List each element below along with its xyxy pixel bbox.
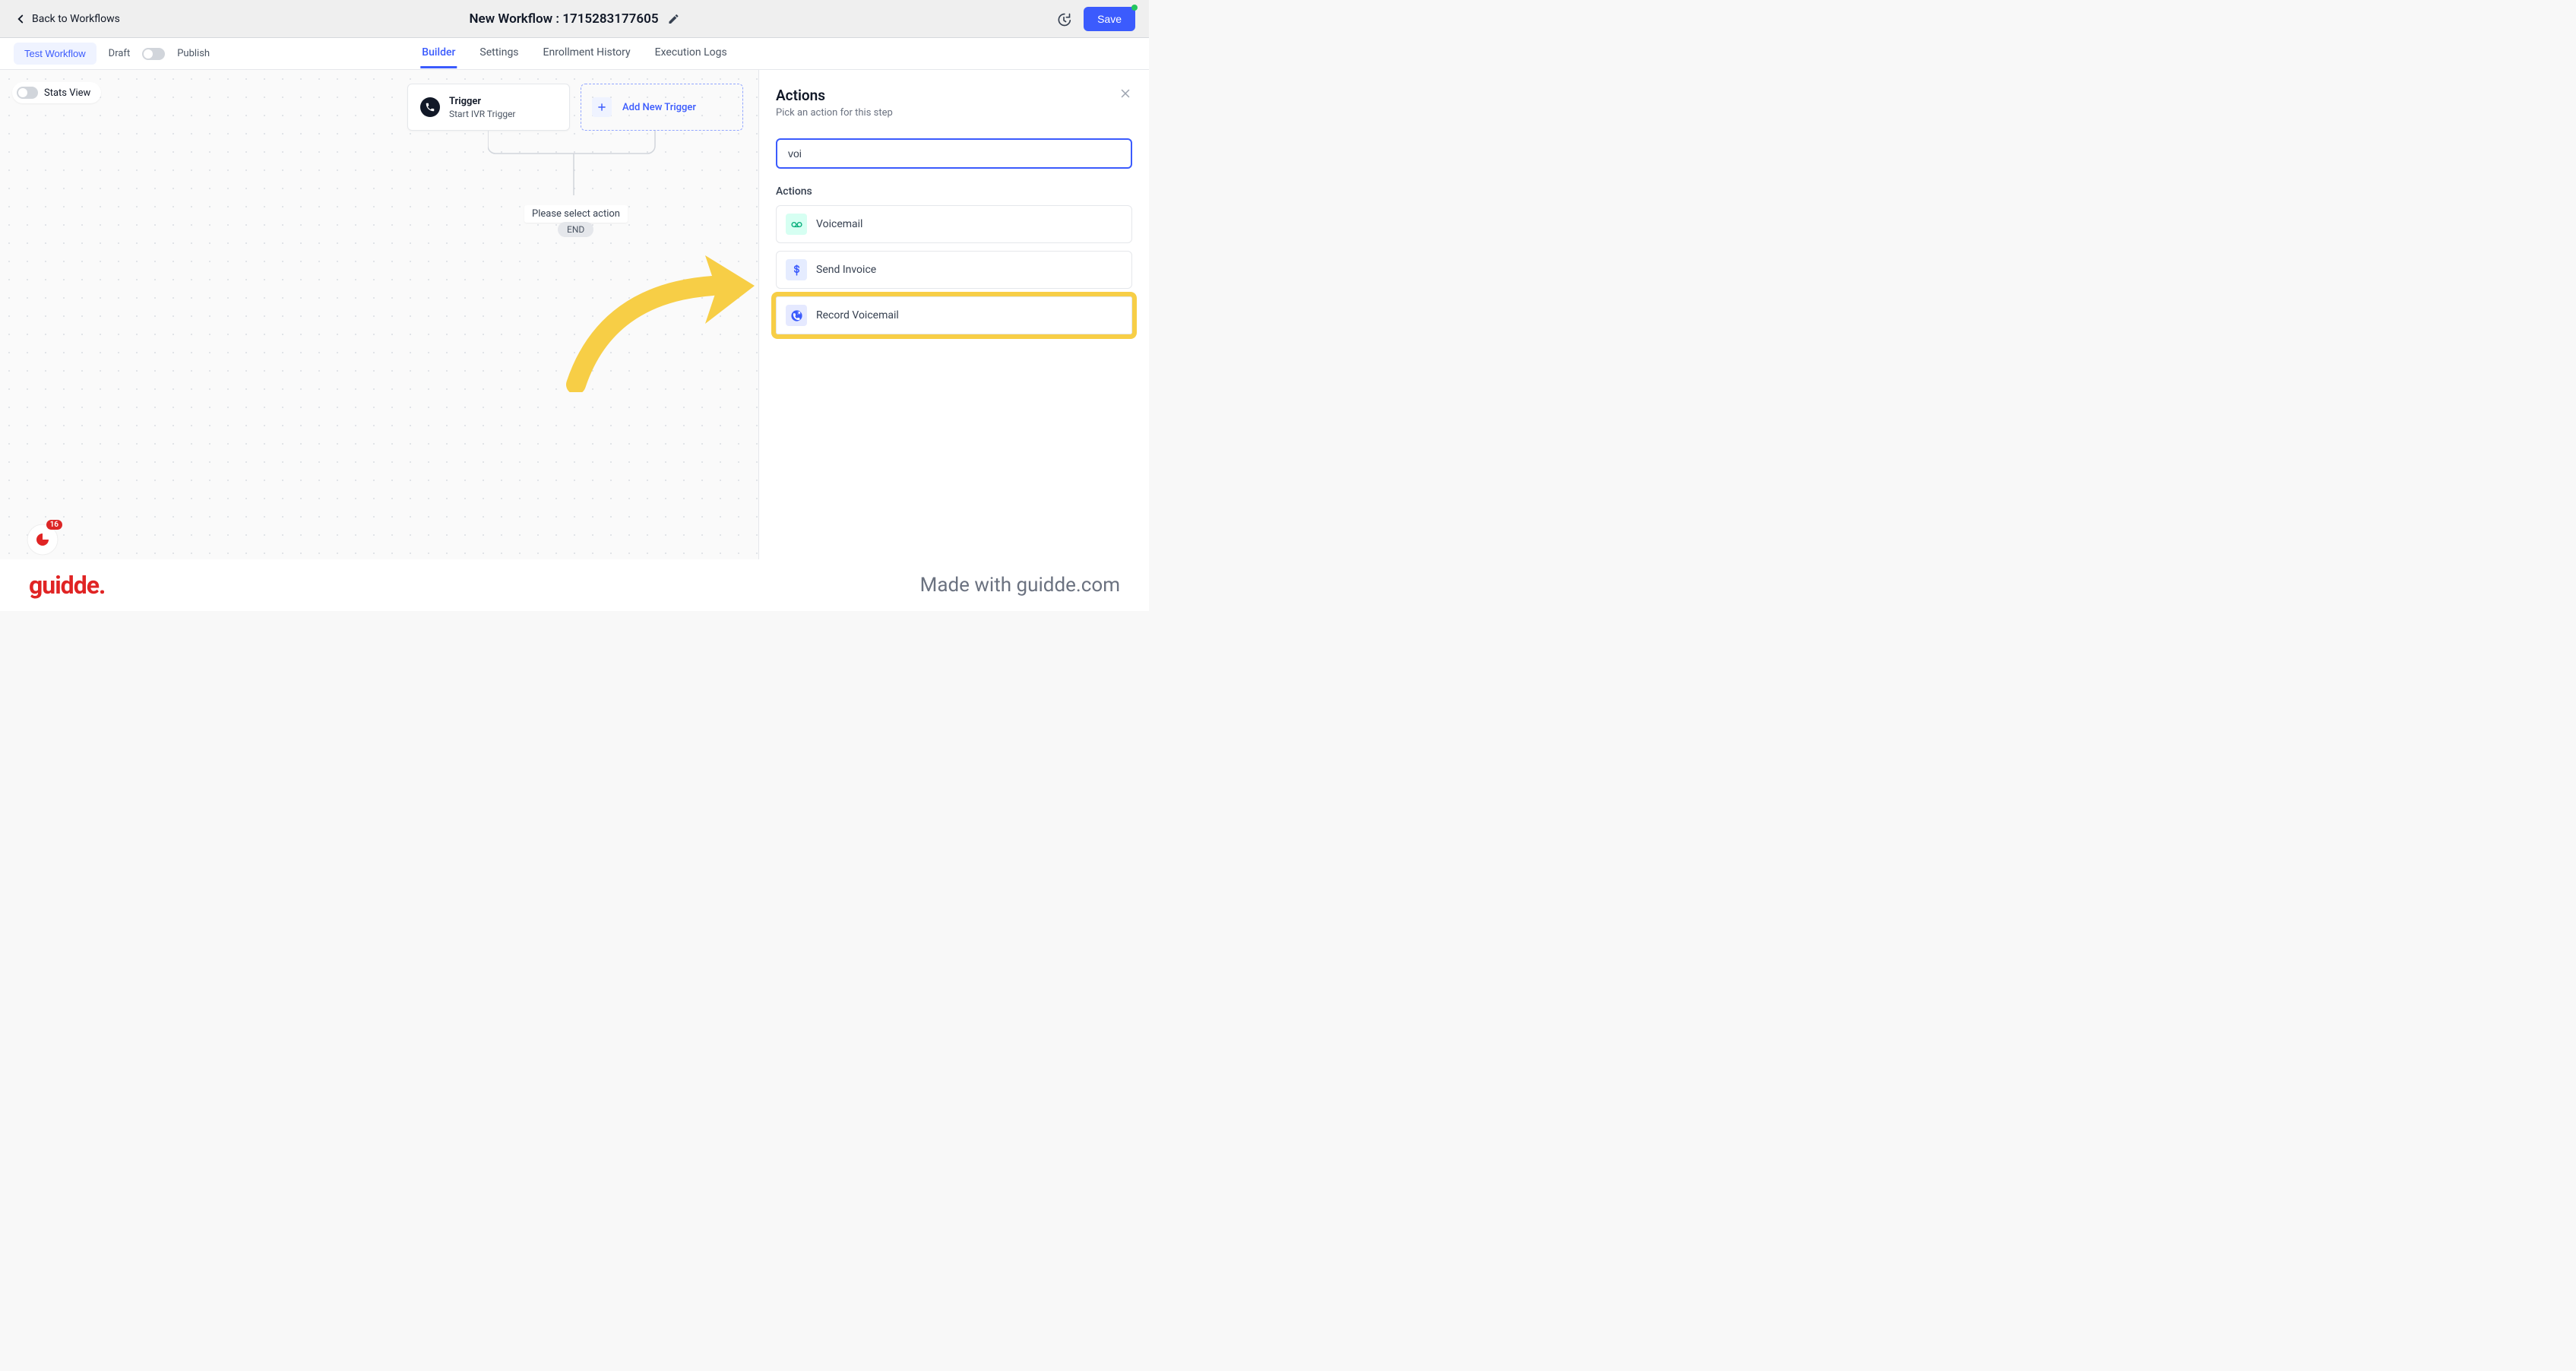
- action-record-voicemail[interactable]: Record Voicemail: [776, 296, 1132, 334]
- save-button[interactable]: Save: [1084, 7, 1135, 31]
- panel-subtitle: Pick an action for this step: [776, 107, 893, 119]
- guidde-logo: guidde.: [29, 571, 105, 600]
- stats-view-toggle[interactable]: [17, 87, 38, 99]
- end-node: END: [558, 222, 593, 237]
- draft-label: Draft: [109, 48, 131, 59]
- actions-panel: Actions Pick an action for this step Act…: [758, 70, 1149, 611]
- action-voicemail[interactable]: Voicemail: [776, 205, 1132, 243]
- stats-view-pill[interactable]: Stats View: [12, 82, 101, 103]
- footer: guidde. Made with guidde.com: [0, 559, 1149, 611]
- topbar: Back to Workflows New Workflow : 1715283…: [0, 0, 1149, 38]
- back-label: Back to Workflows: [32, 13, 120, 25]
- voicemail-icon: [786, 214, 807, 235]
- select-action-placeholder[interactable]: Please select action: [524, 205, 628, 223]
- tab-enrollment-history[interactable]: Enrollment History: [542, 39, 632, 68]
- trigger-title: Trigger: [449, 96, 516, 107]
- topbar-right: Save: [1056, 7, 1135, 31]
- tab-execution-logs[interactable]: Execution Logs: [653, 39, 729, 68]
- subnav: Builder Settings Enrollment History Exec…: [0, 38, 1149, 70]
- action-label: Voicemail: [816, 218, 862, 230]
- workflow-canvas[interactable]: Stats View Trigger Start IVR Trigger Add…: [0, 70, 1149, 611]
- back-to-workflows[interactable]: Back to Workflows: [14, 12, 120, 26]
- trigger-subtitle: Start IVR Trigger: [449, 109, 516, 119]
- trigger-text: Trigger Start IVR Trigger: [449, 96, 516, 119]
- history-icon[interactable]: [1056, 12, 1071, 27]
- workflow-title-group: New Workflow : 1715283177605: [469, 11, 679, 27]
- phone-icon: [420, 97, 440, 117]
- phone-out-icon: [786, 305, 807, 326]
- connector-line: [488, 131, 660, 199]
- workflow-title: New Workflow : 1715283177605: [469, 11, 658, 27]
- subnav-tabs: Builder Settings Enrollment History Exec…: [420, 39, 728, 68]
- trigger-node[interactable]: Trigger Start IVR Trigger: [407, 84, 570, 131]
- made-with-label: Made with guidde.com: [920, 574, 1120, 597]
- edit-icon[interactable]: [668, 13, 680, 25]
- add-trigger-label: Add New Trigger: [622, 102, 696, 113]
- panel-title: Actions: [776, 87, 893, 104]
- subnav-right: Test Workflow Draft Publish: [14, 43, 210, 65]
- tab-builder[interactable]: Builder: [420, 39, 457, 68]
- tab-settings[interactable]: Settings: [478, 39, 520, 68]
- publish-toggle[interactable]: [142, 48, 165, 60]
- action-search-input[interactable]: [776, 138, 1132, 169]
- publish-label: Publish: [177, 48, 210, 59]
- chevron-left-icon: [14, 12, 27, 26]
- action-label: Send Invoice: [816, 264, 876, 276]
- stats-view-label: Stats View: [44, 87, 90, 99]
- panel-header: Actions Pick an action for this step: [776, 87, 1132, 119]
- action-label: Record Voicemail: [816, 309, 899, 321]
- action-send-invoice[interactable]: Send Invoice: [776, 251, 1132, 289]
- plus-icon: [592, 97, 612, 117]
- actions-list-label: Actions: [776, 185, 1132, 198]
- close-icon[interactable]: [1119, 87, 1132, 100]
- help-widget[interactable]: 16: [26, 523, 59, 556]
- add-trigger-node[interactable]: Add New Trigger: [581, 84, 743, 131]
- test-workflow-button[interactable]: Test Workflow: [14, 43, 97, 65]
- widget-badge: 16: [46, 520, 62, 530]
- dollar-icon: [786, 259, 807, 280]
